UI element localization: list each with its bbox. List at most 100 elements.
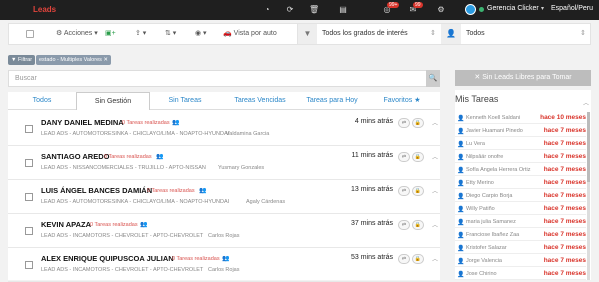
list-item[interactable]: DANY DANIEL MEDINA 0 Tareas realizadas 👥… <box>8 112 440 146</box>
swap-icon[interactable]: ⇄ <box>398 220 410 230</box>
chevron-up-icon[interactable]: ︿ <box>432 254 438 263</box>
task-scrollbar[interactable] <box>587 112 590 280</box>
swap-icon[interactable]: ⇄ <box>398 186 410 196</box>
list-item[interactable]: SANTIAGO AREDO 0 Tareas realizadas 👥 LEA… <box>8 146 440 180</box>
task-item[interactable]: 👤 maria julia Samanez hace 7 meses <box>455 216 586 228</box>
acciones-dropdown[interactable]: ⚙ Acciones ▾ <box>56 29 98 37</box>
lock-icon[interactable]: 🔒 <box>412 186 424 196</box>
lock-icon[interactable]: 🔒 <box>412 118 424 128</box>
chevron-down-icon[interactable]: ▾ <box>541 5 544 12</box>
brand-title[interactable]: Leads <box>33 5 56 14</box>
tab-favoritos[interactable]: Favoritos ★ <box>376 92 428 110</box>
people-icon[interactable]: 👥 <box>199 187 206 194</box>
language-selector[interactable]: Español/Peru <box>551 5 593 12</box>
interes-filter-select[interactable]: Todos los grados de interés <box>322 24 437 44</box>
task-item[interactable]: 👤 Jorge Valencia hace 7 meses <box>455 255 586 267</box>
lead-name[interactable]: SANTIAGO AREDO <box>41 152 109 161</box>
user-name[interactable]: Gerencia Clicker <box>487 5 539 12</box>
tab-sin-tareas[interactable]: Sin Tareas <box>160 92 210 110</box>
mail-icon[interactable]: ✉ 99 <box>408 2 423 15</box>
list-item[interactable]: LUIS ÁNGEL BANCES DAMIÁN 0 Tareas realiz… <box>8 180 440 214</box>
chevron-up-icon[interactable]: ︿ <box>432 220 438 229</box>
people-icon[interactable]: 👥 <box>140 221 147 228</box>
task-item[interactable]: 👤 Franciose Ibañez Zaa hace 7 meses <box>455 229 586 241</box>
lead-tabs: Todos Sin Gestión Sin Tareas Tareas Venc… <box>8 92 440 111</box>
filter-toggle[interactable]: ▼ Filtrar <box>8 55 36 65</box>
user-icon: 👤 <box>457 272 465 278</box>
task-item[interactable]: 👤 Kenneth Koell Saldani hace 10 meses <box>455 112 586 124</box>
chevron-down-icon[interactable]: ⇕ <box>430 24 436 44</box>
task-item[interactable]: 👤 Diego Carpio Borja hace 7 meses <box>455 190 586 202</box>
user-filter-select[interactable]: Todos <box>466 24 581 44</box>
lock-icon[interactable]: 🔒 <box>412 254 424 264</box>
filter-icon: ▼ <box>297 24 317 44</box>
lead-checkbox[interactable] <box>25 261 33 269</box>
task-item[interactable]: 👤 Jose Chirino hace 7 meses <box>455 268 586 280</box>
lead-checkbox[interactable] <box>25 125 33 133</box>
speedometer-icon[interactable]: ◔ <box>262 5 272 15</box>
people-icon[interactable]: 👥 <box>156 153 163 160</box>
task-item[interactable]: 👤 Nilpsâär onofre hace 7 meses <box>455 151 586 163</box>
user-icon: 👤 <box>457 129 465 135</box>
task-item[interactable]: 👤 Etty Merino hace 7 meses <box>455 177 586 189</box>
search-icon[interactable]: 🔍 <box>426 70 440 87</box>
user-icon: 👤 <box>457 116 465 122</box>
tab-sin-gestion[interactable]: Sin Gestión <box>76 92 150 111</box>
swap-icon[interactable]: ⇄ <box>398 254 410 264</box>
add-lead-icon[interactable]: ▣+ <box>105 29 116 37</box>
lead-owner: Valdamina Garcia <box>226 131 270 137</box>
task-item[interactable]: 👤 Willy Patiño hace 7 meses <box>455 203 586 215</box>
scrollbar-thumb[interactable] <box>587 112 590 182</box>
task-item[interactable]: 👤 Kristofer Salazar hace 7 meses <box>455 242 586 254</box>
swap-icon[interactable]: ⇄ <box>398 118 410 128</box>
trash-icon[interactable]: 🗑 <box>309 5 319 15</box>
view-icon[interactable]: ◉ ▾ <box>195 29 207 37</box>
lead-name[interactable]: DANY DANIEL MEDINA <box>41 118 124 127</box>
people-icon[interactable]: 👥 <box>222 255 229 262</box>
task-item[interactable]: 👤 Lu Vera hace 7 meses <box>455 138 586 150</box>
lead-name[interactable]: ALEX ENRIQUE QUIPUSCOA JULIAN <box>41 254 174 263</box>
refresh-icon[interactable]: ⟳ <box>285 5 295 15</box>
swap-icon[interactable]: ⇄ <box>398 152 410 162</box>
gear-icon[interactable]: ⚙ <box>436 5 446 15</box>
tab-todos[interactable]: Todos <box>26 92 58 110</box>
chevron-up-icon[interactable]: ︿ <box>583 98 589 107</box>
user-icon: 👤 <box>457 246 465 252</box>
people-icon[interactable]: 👥 <box>172 119 179 126</box>
task-item[interactable]: 👤 Javier Huamani Pinedo hace 7 meses <box>455 125 586 137</box>
task-due: hace 7 meses <box>543 192 586 199</box>
user-icon: 👤 <box>457 155 465 161</box>
select-all-checkbox[interactable] <box>26 30 34 38</box>
lock-icon[interactable]: 🔒 <box>412 220 424 230</box>
lead-name[interactable]: LUIS ÁNGEL BANCES DAMIÁN <box>41 186 152 195</box>
list-item[interactable]: ALEX ENRIQUE QUIPUSCOA JULIAN 0 Tareas r… <box>8 248 440 282</box>
chevron-down-icon[interactable]: ⇕ <box>580 24 586 44</box>
search-input[interactable]: Buscar <box>8 70 440 87</box>
lead-source: LEAD ADS - NISSANCOMERCIALES - TRUJILLO … <box>41 165 206 171</box>
active-filter-chip[interactable]: estado - Multiples Valores ✕ <box>36 55 112 65</box>
vista-por-auto-button[interactable]: 🚗 Vista por auto <box>223 29 277 37</box>
close-icon[interactable]: ✕ <box>103 57 108 63</box>
chevron-up-icon[interactable]: ︿ <box>432 186 438 195</box>
lead-checkbox[interactable] <box>25 193 33 201</box>
lead-checkbox[interactable] <box>25 227 33 235</box>
lead-name[interactable]: KEVIN APAZA <box>41 220 91 229</box>
chevron-up-icon[interactable]: ︿ <box>432 152 438 161</box>
tab-tareas-vencidas[interactable]: Tareas Vencidas <box>226 92 294 110</box>
tab-tareas-hoy[interactable]: Tareas para Hoy <box>298 92 366 110</box>
task-item[interactable]: 👤 Sofía Angela Herrera Ortiz hace 7 meses <box>455 164 586 176</box>
clipboard-icon[interactable]: ▤ <box>338 5 348 15</box>
lead-checkbox[interactable] <box>25 159 33 167</box>
lead-owner: Agaly Cárdenas <box>246 199 286 205</box>
gear-icon: ⚙ <box>56 30 63 37</box>
avatar[interactable] <box>465 4 476 15</box>
upload-icon[interactable]: ⇪ ▾ <box>135 29 146 37</box>
list-item[interactable]: KEVIN APAZA 0 Tareas realizadas 👥 LEAD A… <box>8 214 440 248</box>
bell-icon[interactable]: ◎ 99+ <box>382 2 400 15</box>
free-leads-button[interactable]: ✕ Sin Leads Libres para Tomar <box>455 70 591 86</box>
chevron-up-icon[interactable]: ︿ <box>432 118 438 127</box>
sort-icon[interactable]: ⇅ ▾ <box>165 29 176 37</box>
filter-icon: ▼ <box>11 57 17 63</box>
lock-icon[interactable]: 🔒 <box>412 152 424 162</box>
acciones-label: Acciones <box>63 30 93 37</box>
